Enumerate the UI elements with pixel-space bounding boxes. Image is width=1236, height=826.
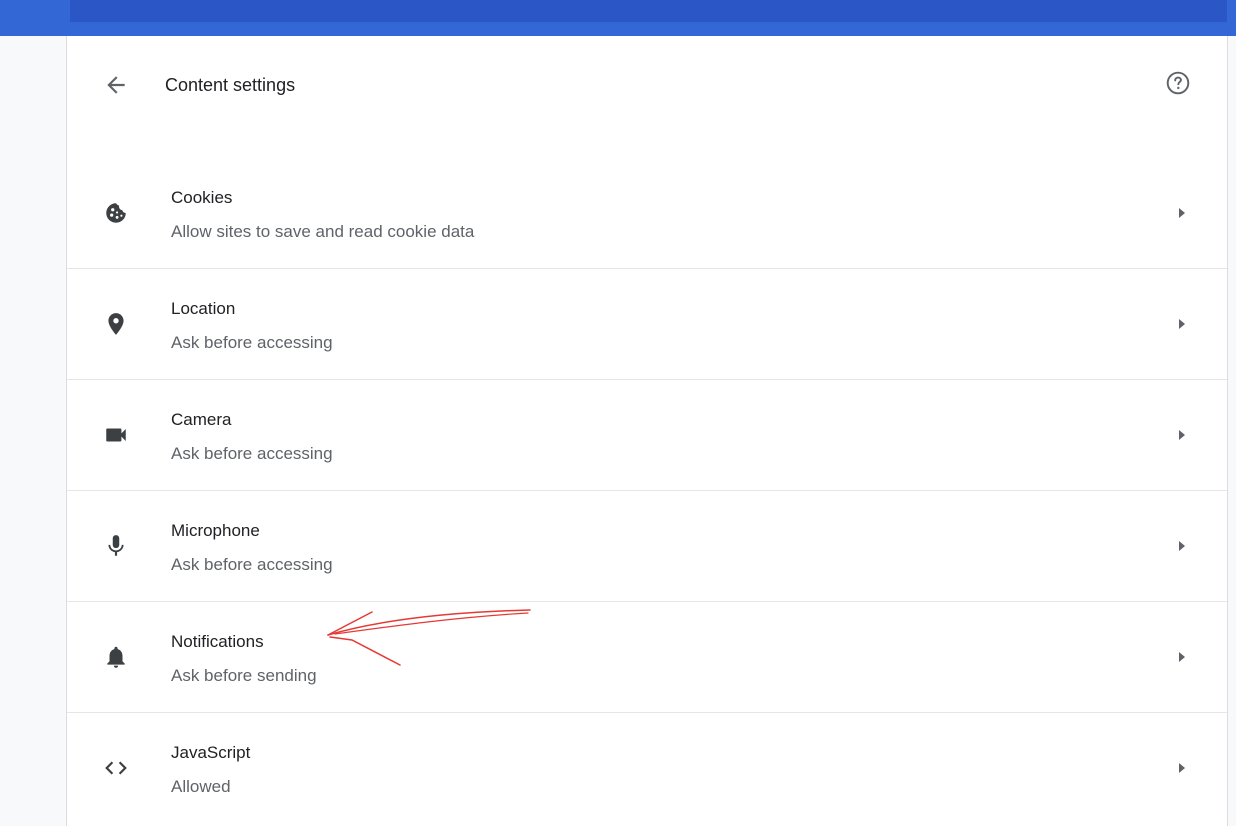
content-settings-card: Content settings Cookies Allow sites to … [66, 36, 1228, 826]
arrow-back-icon [107, 76, 125, 94]
settings-row-title: Camera [171, 410, 232, 429]
browser-top-bar-inner [70, 0, 1227, 22]
code-brackets-icon [103, 755, 129, 781]
chevron-right-icon [1179, 541, 1185, 551]
settings-row-subtitle: Allowed [171, 777, 231, 796]
browser-top-bar [0, 0, 1236, 36]
settings-row-subtitle: Ask before accessing [171, 555, 333, 574]
back-button[interactable] [103, 72, 129, 98]
settings-row-camera[interactable]: Camera Ask before accessing [67, 379, 1227, 489]
chevron-right-icon [1179, 208, 1185, 218]
page-header: Content settings [67, 36, 1227, 136]
settings-row-cookies[interactable]: Cookies Allow sites to save and read coo… [67, 158, 1227, 268]
bell-icon [103, 644, 129, 670]
help-circle-icon [1166, 71, 1190, 95]
chevron-right-icon [1179, 652, 1185, 662]
page-title: Content settings [165, 75, 296, 95]
help-button[interactable] [1165, 70, 1191, 96]
microphone-icon [103, 533, 129, 559]
location-pin-icon [103, 311, 129, 337]
settings-row-microphone[interactable]: Microphone Ask before accessing [67, 490, 1227, 600]
chevron-right-icon [1179, 430, 1185, 440]
chevron-right-icon [1179, 763, 1185, 773]
settings-row-title: JavaScript [171, 743, 251, 762]
chevron-right-icon [1179, 319, 1185, 329]
settings-row-location[interactable]: Location Ask before accessing [67, 268, 1227, 378]
settings-row-subtitle: Ask before accessing [171, 444, 333, 463]
settings-row-subtitle: Ask before accessing [171, 333, 333, 352]
settings-row-notifications[interactable]: Notifications Ask before sending [67, 601, 1227, 711]
settings-row-title: Microphone [171, 521, 260, 540]
settings-row-title: Location [171, 299, 236, 318]
settings-row-title: Notifications [171, 632, 264, 651]
settings-row-subtitle: Allow sites to save and read cookie data [171, 222, 475, 241]
settings-row-title: Cookies [171, 188, 233, 207]
cookie-icon [103, 200, 129, 226]
settings-row-subtitle: Ask before sending [171, 666, 317, 685]
camera-icon [103, 422, 129, 448]
settings-row-javascript[interactable]: JavaScript Allowed [67, 712, 1227, 822]
